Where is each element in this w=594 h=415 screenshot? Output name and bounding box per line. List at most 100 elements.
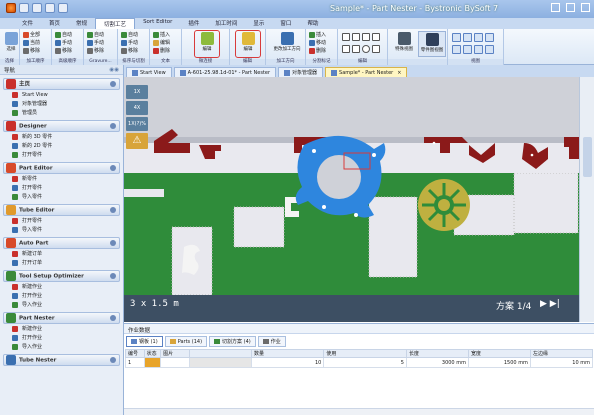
panel-item[interactable]: 新的 2D 零件 — [0, 141, 123, 150]
grav-auto-button[interactable]: 自动 — [87, 31, 104, 38]
redo-icon[interactable] — [45, 3, 55, 13]
menu-tab-2[interactable]: 常规 — [68, 18, 95, 29]
menu-tab-4[interactable]: Sort Editor — [135, 18, 180, 29]
job-tab-2[interactable]: 切割方案 (4) — [209, 336, 256, 347]
panel-item[interactable]: 打开零件 — [0, 183, 123, 192]
column-header[interactable] — [189, 349, 253, 358]
undo-icon[interactable] — [32, 3, 42, 13]
warning-icon[interactable]: ⚠ — [126, 133, 148, 149]
panel-header-3[interactable]: Tube Editor — [3, 204, 120, 216]
sort-auto-button[interactable]: 自动 — [121, 31, 138, 38]
sidebar-pin-icon[interactable]: ◉◉ — [109, 67, 119, 73]
special-view-button[interactable]: 特殊视图 — [391, 31, 417, 57]
panel-item[interactable]: 打开作业 — [0, 333, 123, 342]
job-tab-1[interactable]: Parts (14) — [164, 336, 208, 347]
adv-remove-button[interactable]: 移除 — [55, 47, 72, 54]
zoom-percent-button[interactable]: 1X(?)% — [126, 117, 148, 131]
panel-item[interactable]: 导入作业 — [0, 342, 123, 351]
pan-right-icon[interactable] — [474, 45, 483, 54]
column-header[interactable]: 左边缘 — [529, 349, 594, 358]
nesting-canvas[interactable]: 1X 4X 1X(?)% ⚠ 3 x 1.5 m 方案 1/4 ▶ ▶| — [124, 77, 579, 322]
collapse-icon[interactable] — [110, 165, 116, 171]
change-direction-button[interactable]: 更改加工方向 — [272, 31, 302, 57]
document-tab-1[interactable]: A-601-25.98.1d-01* - Part Nester — [173, 67, 277, 77]
sort-remove-button[interactable]: 移除 — [121, 47, 138, 54]
close-tab-icon[interactable]: × — [397, 70, 401, 76]
panel-item[interactable]: 导入作业 — [0, 300, 123, 309]
rect-tool-icon[interactable] — [352, 45, 360, 53]
zoom-fit-icon[interactable] — [474, 33, 483, 42]
zoom-window-icon[interactable] — [485, 33, 494, 42]
panel-item[interactable]: 对象管理器 — [0, 99, 123, 108]
adv-auto-button[interactable]: 自动 — [55, 31, 72, 38]
seq-all-button[interactable]: 全部 — [23, 31, 40, 38]
document-tab-3[interactable]: Sample* - Part Nester × — [325, 67, 408, 77]
document-tab-2[interactable]: 对象管理器 — [278, 67, 324, 77]
circle-tool-icon[interactable] — [362, 45, 370, 53]
job-tab-0[interactable]: 钢板 (1) — [126, 336, 163, 347]
collapse-icon[interactable] — [110, 207, 116, 213]
panel-item[interactable]: 导入零件 — [0, 225, 123, 234]
menu-tab-1[interactable]: 首页 — [41, 18, 68, 29]
column-header[interactable]: 长度 — [405, 349, 469, 358]
split-insert-button[interactable]: 插入 — [309, 31, 326, 38]
column-header[interactable]: 宽度 — [467, 349, 531, 358]
select-button[interactable]: 选择 — [0, 31, 22, 57]
seq-current-button[interactable]: 当前 — [23, 39, 40, 46]
menu-tab-8[interactable]: 窗口 — [272, 18, 299, 29]
menu-tab-9[interactable]: 帮助 — [299, 18, 326, 29]
diagonal-tool-icon[interactable] — [362, 33, 370, 41]
close-icon[interactable] — [581, 3, 590, 12]
refresh-icon[interactable] — [485, 45, 494, 54]
panel-header-2[interactable]: Part Editor — [3, 162, 120, 174]
text-delete-button[interactable]: 删除 — [153, 47, 170, 54]
panel-header-7[interactable]: Tube Nester — [3, 354, 120, 366]
panel-header-1[interactable]: Designer — [3, 120, 120, 132]
panel-item[interactable]: 管理员 — [0, 108, 123, 117]
collapse-icon[interactable] — [110, 81, 116, 87]
part-view-button[interactable]: 零件图视图 — [418, 31, 446, 57]
gear-part[interactable] — [418, 179, 470, 231]
x-tool-icon[interactable] — [372, 33, 380, 41]
scroll-thumb[interactable] — [583, 137, 592, 177]
next-plan-icon[interactable]: ▶ — [540, 299, 547, 309]
panel-item[interactable]: 打开零件 — [0, 150, 123, 159]
zoom-in-icon[interactable] — [452, 33, 461, 42]
menu-tab-3[interactable]: 切割工艺 — [95, 18, 136, 29]
split-move-button[interactable]: 移动 — [309, 39, 326, 46]
zoom-1x-button[interactable]: 1X — [126, 85, 148, 99]
panel-header-6[interactable]: Part Nester — [3, 312, 120, 324]
menu-tab-5[interactable]: 插件 — [180, 18, 207, 29]
panel-header-5[interactable]: Tool Setup Optimizer — [3, 270, 120, 282]
panel-header-0[interactable]: 主页 — [3, 78, 120, 90]
panel-item[interactable]: 新建作业 — [0, 282, 123, 291]
horizontal-scrollbar[interactable] — [124, 408, 594, 415]
gear-tool-icon[interactable] — [372, 45, 380, 53]
text-insert-button[interactable]: 插入 — [153, 31, 170, 38]
pan-icon[interactable] — [463, 45, 472, 54]
maximize-icon[interactable] — [566, 3, 575, 12]
column-header[interactable]: 数量 — [251, 349, 325, 358]
zoom-out-icon[interactable] — [463, 33, 472, 42]
line-tool-icon[interactable] — [342, 33, 350, 41]
vertical-scrollbar[interactable] — [579, 77, 594, 322]
panel-item[interactable]: 新建订单 — [0, 249, 123, 258]
panel-item[interactable]: 新零件 — [0, 174, 123, 183]
panel-item[interactable]: 新的 3D 零件 — [0, 132, 123, 141]
menu-tab-7[interactable]: 显示 — [245, 18, 272, 29]
job-tab-3[interactable]: 作业 — [257, 336, 286, 347]
menu-tab-0[interactable]: 文件 — [14, 18, 41, 29]
menu-tab-6[interactable]: 加工时间 — [207, 18, 245, 29]
hline-tool-icon[interactable] — [342, 45, 350, 53]
collapse-icon[interactable] — [110, 240, 116, 246]
table-cell[interactable]: 10 — [251, 357, 325, 368]
minimize-icon[interactable] — [551, 3, 560, 12]
column-header[interactable]: 状态 — [143, 349, 162, 358]
panel-item[interactable]: 打开零件 — [0, 216, 123, 225]
cross-tool-icon[interactable] — [352, 33, 360, 41]
app-orb-icon[interactable] — [6, 3, 16, 13]
zoom-4x-button[interactable]: 4X — [126, 101, 148, 115]
text-edit-button[interactable]: 编辑 — [153, 39, 170, 46]
panel-item[interactable]: 新建作业 — [0, 324, 123, 333]
seq-remove-button[interactable]: 移除 — [23, 47, 40, 54]
